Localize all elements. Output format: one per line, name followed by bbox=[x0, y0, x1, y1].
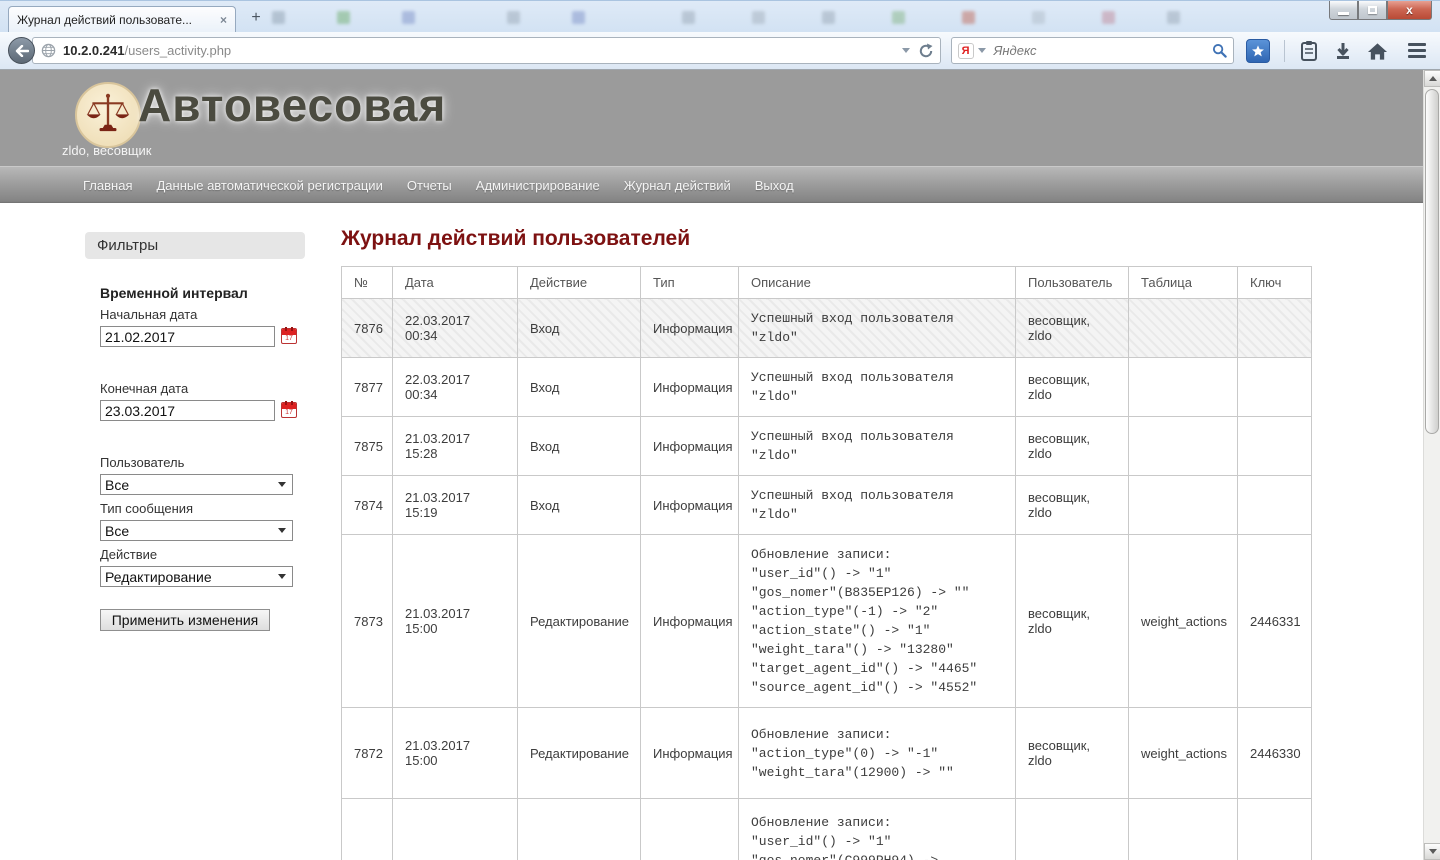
taskbar-ghost-icons bbox=[262, 9, 1212, 27]
window-controls: x bbox=[1329, 1, 1432, 20]
main-area: Журнал действий пользователей № Дата Дей… bbox=[341, 227, 1311, 860]
chevron-down-icon bbox=[278, 482, 286, 487]
col-header-date: Дата bbox=[393, 267, 518, 299]
url-path: /users_activity.php bbox=[124, 43, 231, 58]
search-placeholder: Яндекс bbox=[994, 43, 1212, 58]
reload-icon[interactable] bbox=[918, 43, 934, 59]
table-row[interactable]: 7877 22.03.2017 00:34 Вход Информация Ус… bbox=[342, 358, 1312, 417]
window-close-button[interactable]: x bbox=[1387, 1, 1432, 20]
scales-logo-icon bbox=[75, 82, 141, 148]
table-row[interactable]: 7873 21.03.2017 15:00 Редактирование Инф… bbox=[342, 535, 1312, 708]
engine-dropdown-icon[interactable] bbox=[978, 48, 986, 53]
url-host: 10.2.0.241 bbox=[63, 43, 124, 58]
browser-titlebar: Журнал действий пользовате... × + x bbox=[0, 0, 1440, 32]
scroll-up-button[interactable] bbox=[1424, 70, 1440, 87]
content: Фильтры Временной интервал Начальная дат… bbox=[0, 203, 1423, 860]
logged-in-user: zldo, весовщик bbox=[62, 143, 152, 158]
back-arrow-icon bbox=[15, 45, 29, 57]
minimize-button[interactable] bbox=[1329, 1, 1358, 20]
calendar-icon[interactable]: 17 bbox=[281, 402, 297, 418]
table-row[interactable]: 7874 21.03.2017 15:19 Вход Информация Ус… bbox=[342, 476, 1312, 535]
url-bar[interactable]: 10.2.0.241/users_activity.php bbox=[32, 37, 941, 64]
message-type-label: Тип сообщения bbox=[100, 501, 305, 516]
col-header-num: № bbox=[342, 267, 393, 299]
browser-tab[interactable]: Журнал действий пользовате... × bbox=[8, 6, 236, 33]
back-button[interactable] bbox=[8, 37, 35, 64]
col-header-key: Ключ bbox=[1238, 267, 1312, 299]
activity-log-table: № Дата Действие Тип Описание Пользовател… bbox=[341, 266, 1312, 860]
app-title: Автовесовая bbox=[138, 78, 446, 132]
action-filter-label: Действие bbox=[100, 547, 305, 562]
bookmark-star-icon[interactable] bbox=[1246, 39, 1270, 63]
table-row[interactable]: 7875 21.03.2017 15:28 Вход Информация Ус… bbox=[342, 417, 1312, 476]
action-filter-select[interactable]: Редактирование bbox=[100, 566, 293, 587]
main-navigation: Главная Данные автоматической регистраци… bbox=[0, 166, 1423, 203]
chevron-down-icon bbox=[278, 574, 286, 579]
message-type-select[interactable]: Все bbox=[100, 520, 293, 541]
scroll-down-button[interactable] bbox=[1424, 843, 1440, 860]
page-title: Журнал действий пользователей bbox=[341, 227, 1311, 251]
home-icon[interactable] bbox=[1367, 41, 1388, 61]
calendar-icon[interactable]: 17 bbox=[281, 328, 297, 344]
page-scrollbar[interactable] bbox=[1423, 70, 1440, 860]
col-header-type: Тип bbox=[641, 267, 739, 299]
start-date-label: Начальная дата bbox=[100, 307, 305, 322]
nav-item-action-log[interactable]: Журнал действий bbox=[624, 178, 731, 193]
menu-icon[interactable] bbox=[1402, 39, 1432, 62]
url-dropdown-icon[interactable] bbox=[902, 48, 910, 53]
search-icon[interactable] bbox=[1212, 43, 1227, 58]
browser-toolbar: 10.2.0.241/users_activity.php Я Яндекс bbox=[0, 32, 1440, 70]
chevron-down-icon bbox=[278, 528, 286, 533]
col-header-description: Описание bbox=[739, 267, 1016, 299]
nav-item-home[interactable]: Главная bbox=[83, 178, 132, 193]
nav-item-logout[interactable]: Выход bbox=[755, 178, 794, 193]
restore-button[interactable] bbox=[1358, 1, 1387, 20]
tab-title: Журнал действий пользовате... bbox=[17, 13, 214, 27]
bookmarks-clipboard-icon[interactable] bbox=[1299, 40, 1319, 62]
table-row[interactable]: Обновление записи: "user_id"() -> "1" "g… bbox=[342, 799, 1312, 860]
downloads-icon[interactable] bbox=[1333, 41, 1353, 61]
table-row[interactable]: 7872 21.03.2017 15:00 Редактирование Инф… bbox=[342, 708, 1312, 799]
start-date-input[interactable] bbox=[100, 326, 275, 347]
tab-close-icon[interactable]: × bbox=[220, 13, 227, 27]
col-header-table: Таблица bbox=[1129, 267, 1238, 299]
end-date-label: Конечная дата bbox=[100, 381, 305, 396]
site-header: Автовесовая zldo, весовщик bbox=[0, 70, 1423, 166]
end-date-input[interactable] bbox=[100, 400, 275, 421]
apply-changes-button[interactable]: Применить изменения bbox=[100, 609, 270, 631]
nav-item-reports[interactable]: Отчеты bbox=[407, 178, 452, 193]
filters-title: Фильтры bbox=[85, 232, 305, 259]
table-row[interactable]: 7876 22.03.2017 00:34 Вход Информация Ус… bbox=[342, 299, 1312, 358]
col-header-action: Действие bbox=[518, 267, 641, 299]
search-bar[interactable]: Я Яндекс bbox=[951, 37, 1234, 64]
time-interval-heading: Временной интервал bbox=[100, 285, 305, 301]
user-filter-select[interactable]: Все bbox=[100, 474, 293, 495]
nav-item-administration[interactable]: Администрирование bbox=[476, 178, 600, 193]
globe-icon bbox=[41, 43, 56, 58]
nav-item-auto-registration-data[interactable]: Данные автоматической регистрации bbox=[156, 178, 382, 193]
yandex-engine-icon[interactable]: Я bbox=[958, 43, 974, 59]
filters-panel: Фильтры Временной интервал Начальная дат… bbox=[85, 232, 305, 631]
page: Автовесовая zldo, весовщик Главная Данны… bbox=[0, 70, 1440, 860]
scrollbar-thumb[interactable] bbox=[1425, 89, 1439, 434]
toolbar-separator bbox=[1284, 40, 1285, 62]
col-header-user: Пользователь bbox=[1016, 267, 1129, 299]
table-header-row: № Дата Действие Тип Описание Пользовател… bbox=[342, 267, 1312, 299]
user-filter-label: Пользователь bbox=[100, 455, 305, 470]
